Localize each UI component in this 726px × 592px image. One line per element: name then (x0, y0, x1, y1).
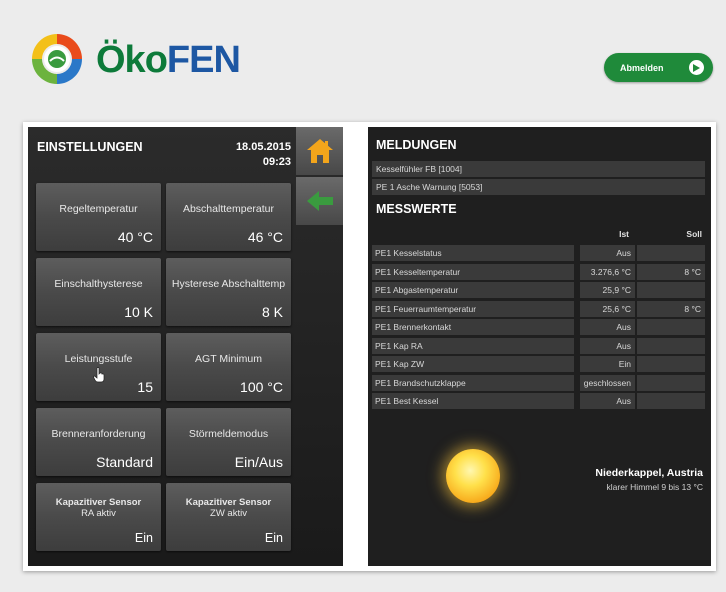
messages-title: MELDUNGEN (376, 138, 457, 152)
tile-value: 100 °C (240, 379, 283, 395)
back-button[interactable] (296, 177, 343, 225)
cell-soll (637, 282, 705, 298)
cell-name: PE1 Best Kessel (372, 393, 574, 409)
cell-ist: Aus (580, 245, 635, 261)
cell-soll (637, 245, 705, 261)
tile-regeltemperatur[interactable]: Regeltemperatur 40 °C (36, 183, 161, 251)
measurements-title: MESSWERTE (376, 202, 457, 216)
tile-kapazitiver-sensor-ra[interactable]: Kapazitiver Sensor RA aktiv Ein (36, 483, 161, 551)
tile-label: Brenneranforderung (51, 428, 146, 440)
tile-abschalttemperatur[interactable]: Abschalttemperatur 46 °C (166, 183, 291, 251)
tile-label: Störmeldemodus (188, 428, 269, 440)
info-panel-footer (368, 547, 711, 566)
cell-ist: 25,6 °C (580, 300, 635, 317)
cell-name: PE1 Kesseltemperatur (372, 263, 574, 280)
tile-value: 15 (137, 379, 153, 395)
cell-name: PE1 Kap ZW (372, 356, 574, 372)
cell-soll: 8 °C (637, 263, 705, 280)
table-row: PE1 Best Kessel Aus (372, 393, 705, 409)
play-arrow-icon (689, 60, 704, 75)
cell-soll (637, 337, 705, 354)
tile-value: Ein (264, 531, 283, 545)
table-row: PE1 Kesseltemperatur 3.276,6 °C 8 °C (372, 263, 705, 280)
table-row: PE1 Kap ZW Ein (372, 356, 705, 372)
message-item[interactable]: PE 1 Asche Warnung [5053] (372, 179, 705, 195)
settings-time: 09:23 (262, 156, 291, 168)
tile-einschalthysterese[interactable]: Einschalthysterese 10 K (36, 258, 161, 326)
cell-soll (637, 319, 705, 335)
tile-value: 46 °C (247, 229, 283, 245)
cell-soll: 8 °C (637, 300, 705, 317)
cell-ist: 25,9 °C (580, 282, 635, 298)
table-row: PE1 Kap RA Aus (372, 337, 705, 354)
okofen-emblem-icon (32, 34, 82, 84)
tile-label: Abschalttemperatur (182, 203, 275, 215)
sun-icon (446, 449, 500, 503)
cell-name: PE1 Brandschutzklappe (372, 374, 574, 391)
tile-value: Ein (134, 531, 153, 545)
logo-wordmark-oko: Öko (96, 39, 168, 81)
col-ist: Ist (619, 229, 629, 239)
settings-panel: EINSTELLUNGEN 18.05.2015 09:23 Regeltemp… (28, 127, 343, 566)
logo-wordmark: ÖkoFEN (96, 39, 241, 81)
cell-name: PE1 Abgastemperatur (372, 282, 574, 298)
cell-ist: Ein (580, 356, 635, 372)
logout-button[interactable]: Abmelden (604, 53, 713, 82)
weather-description: klarer Himmel 9 bis 13 °C (606, 482, 703, 492)
hand-cursor-icon (93, 367, 105, 383)
tile-label: Hysterese Abschalttemp (171, 278, 286, 290)
table-row: PE1 Brandschutzklappe geschlossen (372, 374, 705, 391)
home-button[interactable] (296, 127, 343, 175)
tile-value: 8 K (261, 304, 283, 320)
tile-label-bold: Kapazitiver Sensor (55, 497, 142, 508)
tile-value: 40 °C (117, 229, 153, 245)
measurements-header: Ist Soll (368, 229, 711, 243)
cell-name: PE1 Kap RA (372, 337, 574, 354)
cell-soll (637, 393, 705, 409)
okofen-logo: ÖkoFEN (26, 26, 241, 96)
table-row: PE1 Brennerkontakt Aus (372, 319, 705, 335)
tile-label: Einschalthysterese (54, 278, 143, 290)
tile-hysterese-abschalttemp[interactable]: Hysterese Abschalttemp 8 K (166, 258, 291, 326)
tile-label-sub: ZW aktiv (210, 508, 247, 519)
tile-brenneranforderung[interactable]: Brenneranforderung Standard (36, 408, 161, 476)
home-icon (306, 139, 333, 163)
tile-label-sub: RA aktiv (81, 508, 116, 519)
col-soll: Soll (686, 229, 702, 239)
main-frame: EINSTELLUNGEN 18.05.2015 09:23 Regeltemp… (23, 122, 716, 571)
cell-soll (637, 356, 705, 372)
message-item[interactable]: Kesselfühler FB [1004] (372, 161, 705, 177)
cell-ist: Aus (580, 393, 635, 409)
table-row: PE1 Abgastemperatur 25,9 °C (372, 282, 705, 298)
cell-ist: Aus (580, 319, 635, 335)
tile-label: AGT Minimum (195, 353, 262, 365)
tile-label: Kapazitiver Sensor RA aktiv (36, 497, 161, 519)
tile-label: Leistungsstufe (64, 353, 133, 365)
tile-agt-minimum[interactable]: AGT Minimum 100 °C (166, 333, 291, 401)
tile-value: Standard (96, 454, 153, 470)
cell-ist: geschlossen (580, 374, 635, 391)
logout-label: Abmelden (620, 62, 664, 73)
weather-location: Niederkappel, Austria (595, 467, 703, 479)
cell-name: PE1 Feuerraumtemperatur (372, 300, 574, 317)
table-row: PE1 Kesselstatus Aus (372, 245, 705, 261)
tile-value: 10 K (124, 304, 153, 320)
table-row: PE1 Feuerraumtemperatur 25,6 °C 8 °C (372, 300, 705, 317)
info-panel: MELDUNGEN Kesselfühler FB [1004] PE 1 As… (368, 127, 711, 547)
cell-soll (637, 374, 705, 391)
cell-name: PE1 Kesselstatus (372, 245, 574, 261)
tile-value: Ein/Aus (234, 454, 283, 470)
logo-wordmark-fen: FEN (166, 39, 241, 81)
tile-label: Regeltemperatur (59, 203, 138, 215)
cell-ist: Aus (580, 337, 635, 354)
settings-title: EINSTELLUNGEN (37, 140, 143, 154)
tile-stoermeldemodus[interactable]: Störmeldemodus Ein/Aus (166, 408, 291, 476)
cell-ist: 3.276,6 °C (580, 263, 635, 280)
tile-kapazitiver-sensor-zw[interactable]: Kapazitiver Sensor ZW aktiv Ein (166, 483, 291, 551)
tile-label-bold: Kapazitiver Sensor (185, 497, 272, 508)
tile-label: Kapazitiver Sensor ZW aktiv (166, 497, 291, 519)
back-arrow-icon (306, 191, 333, 211)
cell-name: PE1 Brennerkontakt (372, 319, 574, 335)
settings-date: 18.05.2015 (235, 141, 291, 153)
